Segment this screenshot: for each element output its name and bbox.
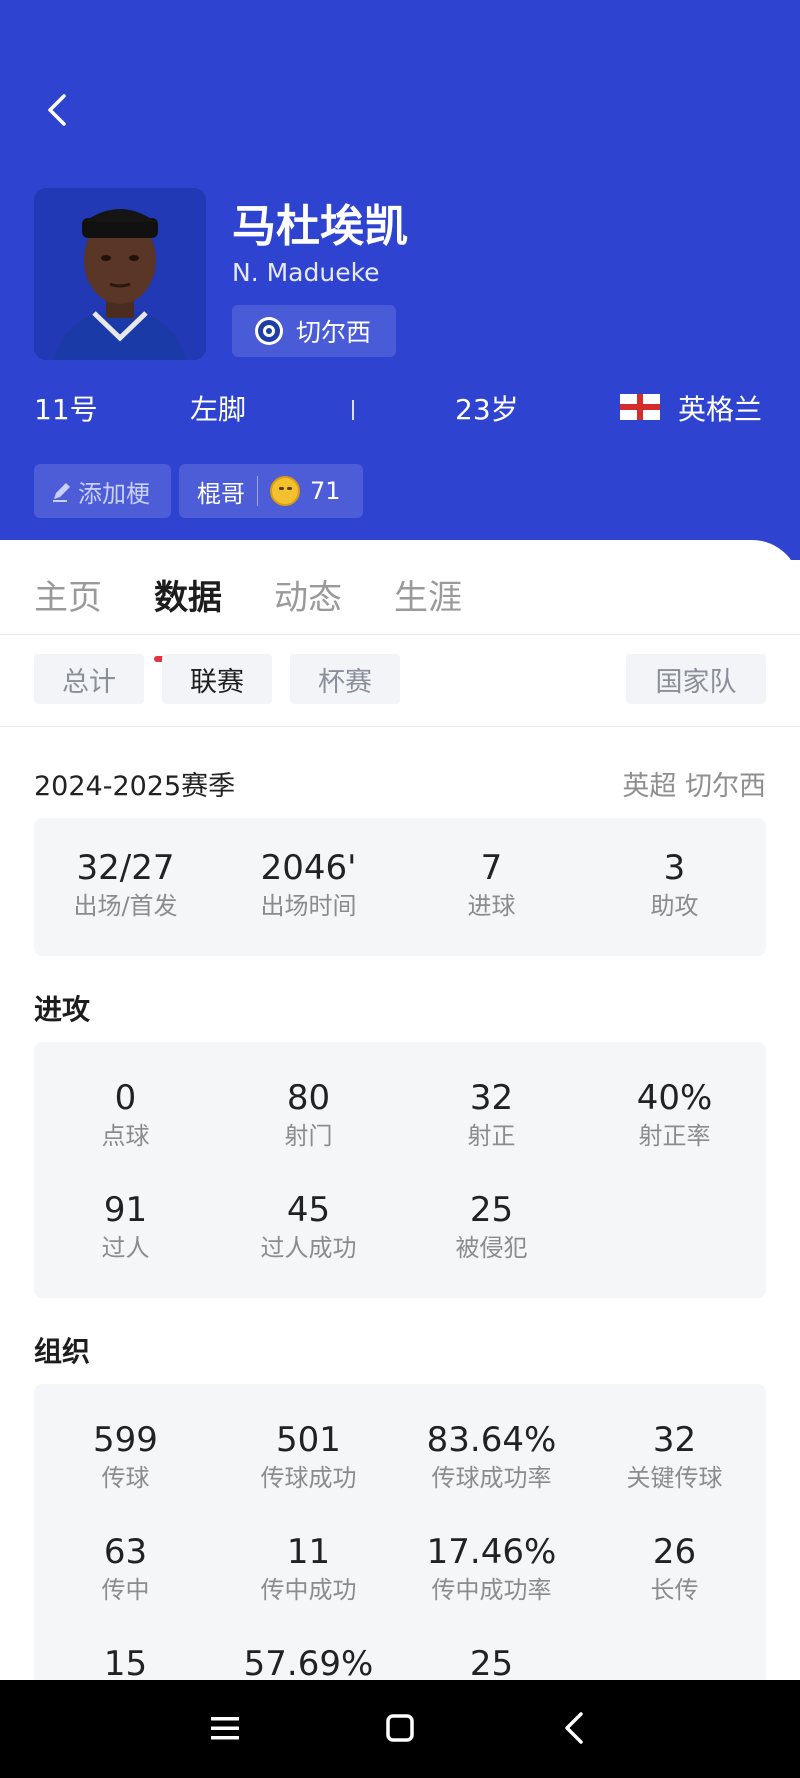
stat-shots: 80 射门 [284,1078,333,1150]
home-icon[interactable] [376,1704,424,1752]
stat-dribbles: 91 过人 [101,1190,150,1262]
stat-crosses: 63 传中 [101,1532,150,1604]
meme-tag-label: 棍哥 [197,479,245,508]
tab-home[interactable]: 主页 [34,570,102,619]
add-meme-button[interactable]: 添加梗 [34,464,171,518]
stat-successful-crosses: 11 传中成功 [260,1532,357,1604]
summary-goals: 7 进球 [467,848,516,920]
stat-penalties: 0 点球 [101,1078,150,1150]
back-icon[interactable] [551,1704,599,1752]
player-name-english: N. Madueke [232,258,380,287]
summary-minutes: 2046' 出场时间 [260,848,357,920]
meme-tag-button[interactable]: 棍哥 71 [179,464,363,518]
stat-successful-passes: 501 传球成功 [260,1420,357,1492]
club-badge[interactable]: 切尔西 [232,305,396,357]
player-country: 英格兰 [678,393,763,426]
england-flag-icon [620,394,660,420]
pencil-icon [53,483,70,502]
shirt-number: 11号 [34,393,98,426]
main-tabs: 主页 数据 动态 生涯 [0,570,800,662]
stats-content: 主页 数据 动态 生涯 总计 联赛 杯赛 国家队 2024-2025赛季 英超 … [0,540,800,1704]
summary-card: 32/27 出场/首发 2046' 出场时间 7 进球 3 助攻 [34,818,766,956]
subtab-national-team[interactable]: 国家队 [626,654,766,704]
stat-long-balls: 26 长传 [650,1532,699,1604]
organize-card: 599 传球 501 传球成功 83.64% 传球成功率 32 关键传球 63 … [34,1384,766,1704]
stat-shot-accuracy: 40% 射正率 [636,1078,713,1150]
meme-tag-count: 71 [310,477,341,505]
stat-key-passes: 32 关键传球 [626,1420,723,1492]
stat-pass-accuracy: 83.64% 传球成功率 [426,1420,557,1492]
info-divider [352,400,354,420]
stat-row3-col2: 57.69% [243,1644,374,1684]
tab-career[interactable]: 生涯 [394,570,462,619]
stat-passes: 599 传球 [93,1420,158,1492]
summary-appearances: 32/27 出场/首发 [73,848,178,920]
player-name: 马杜埃凯 [232,201,408,252]
player-header: 马杜埃凯 N. Madueke 切尔西 11号 左脚 23岁 英格兰 添加梗 棍… [0,0,800,560]
club-name: 切尔西 [296,318,372,347]
stat-row3-col1: 15 [103,1644,148,1684]
subtab-league[interactable]: 联赛 [162,654,272,704]
attack-section-title: 进攻 [34,993,91,1026]
stat-successful-dribbles: 45 过人成功 [260,1190,357,1262]
add-meme-label: 添加梗 [78,479,150,508]
preferred-foot: 左脚 [190,393,247,426]
stat-cross-accuracy: 17.46% 传中成功率 [426,1532,557,1604]
stat-fouled: 25 被侵犯 [455,1190,528,1262]
stat-shots-on-target: 32 射正 [467,1078,516,1150]
tab-data[interactable]: 数据 [154,570,222,619]
subtabs-divider [0,726,800,727]
stat-row3-col3: 25 [469,1644,514,1684]
player-age: 23岁 [455,393,519,426]
club-crest-icon [255,317,283,345]
season-label: 2024-2025赛季 [34,771,236,802]
thinking-emoji-icon [270,476,300,506]
season-competition: 英超 切尔西 [622,771,766,802]
subtab-total[interactable]: 总计 [34,654,144,704]
attack-card: 0 点球 80 射门 32 射正 40% 射正率 91 过人 45 过人成功 2… [34,1042,766,1298]
subtab-cup[interactable]: 杯赛 [290,654,400,704]
tabs-divider [0,634,800,635]
system-nav-bar [0,1680,800,1778]
menu-icon[interactable] [201,1704,249,1752]
summary-assists: 3 助攻 [650,848,699,920]
tab-news[interactable]: 动态 [274,570,342,619]
back-arrow-icon[interactable] [38,90,78,130]
player-avatar [34,188,206,360]
tag-separator [257,476,258,506]
organize-section-title: 组织 [34,1335,91,1368]
